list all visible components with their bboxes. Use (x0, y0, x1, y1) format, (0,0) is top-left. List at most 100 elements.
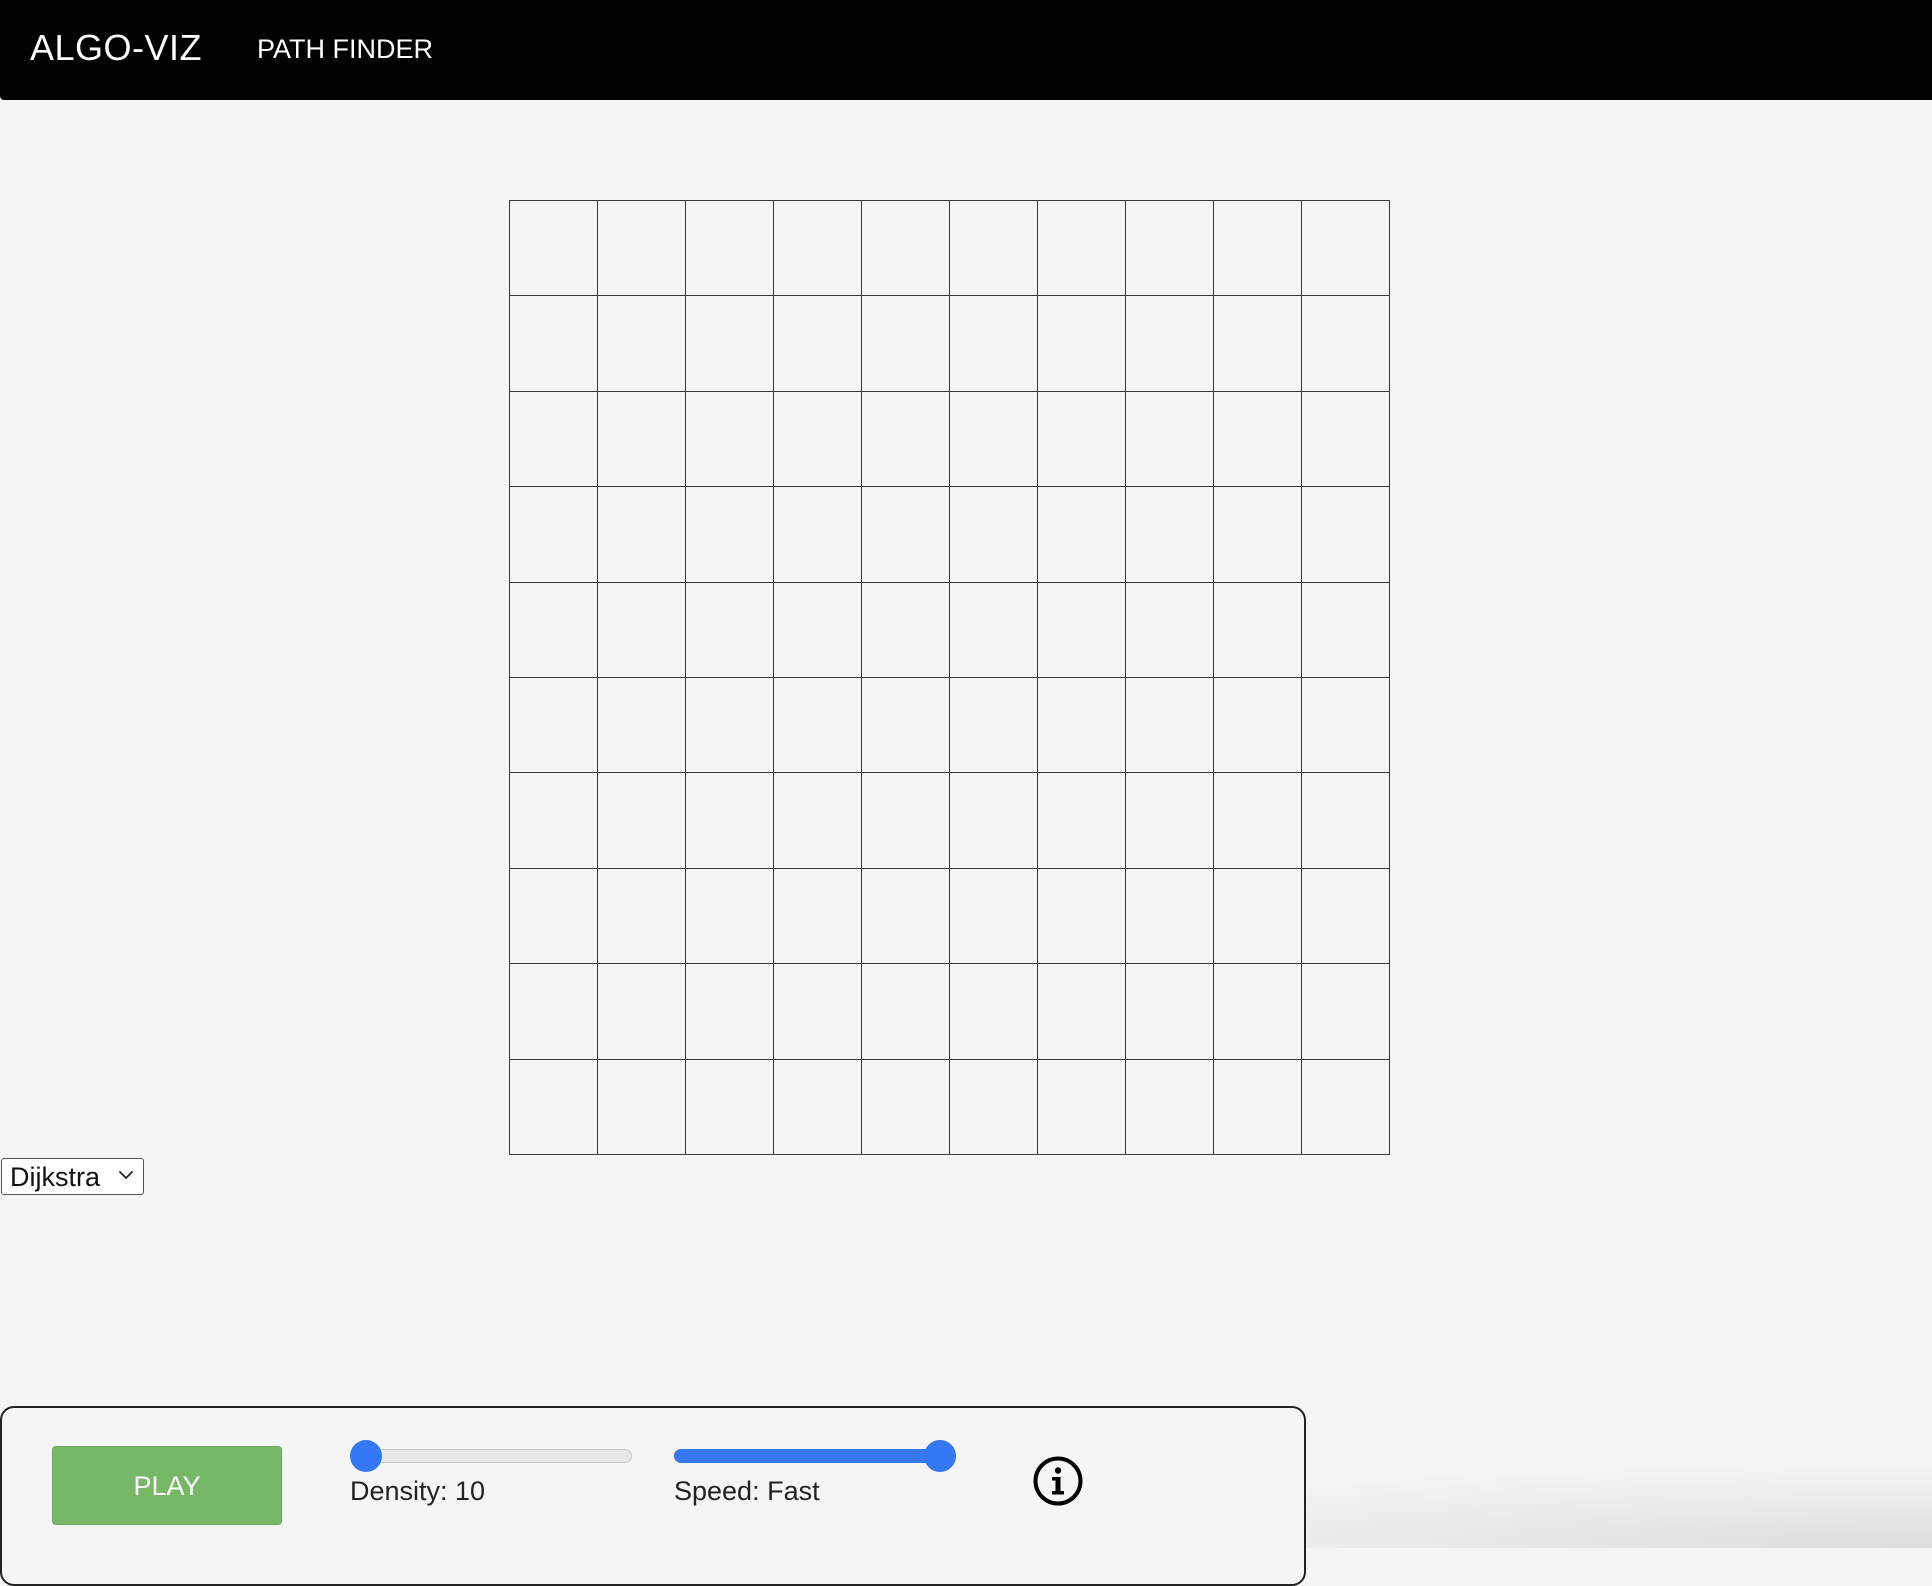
grid-cell[interactable] (950, 868, 1038, 965)
nav-link-path-finder[interactable]: PATH FINDER (257, 32, 433, 66)
grid-cell[interactable] (950, 391, 1038, 488)
grid-cell[interactable] (598, 582, 686, 678)
grid-cell[interactable] (774, 487, 862, 583)
grid-cell[interactable] (862, 678, 950, 774)
grid-cell[interactable] (1038, 964, 1126, 1060)
grid-cell[interactable] (1302, 296, 1390, 392)
grid-cell[interactable] (1038, 773, 1126, 869)
grid-cell[interactable] (686, 582, 774, 678)
grid-cell[interactable] (1302, 391, 1390, 488)
grid-cell[interactable] (510, 678, 598, 774)
grid-cell[interactable] (598, 964, 686, 1060)
grid-cell[interactable] (774, 1059, 862, 1155)
grid-cell[interactable] (1038, 1059, 1126, 1155)
grid-cell[interactable] (1302, 1059, 1390, 1155)
grid-cell[interactable] (950, 487, 1038, 583)
grid-cell[interactable] (1302, 201, 1390, 297)
grid-cell[interactable] (774, 201, 862, 297)
grid-cell[interactable] (1302, 964, 1390, 1060)
grid-cell[interactable] (510, 487, 598, 583)
grid-cell[interactable] (1214, 582, 1302, 678)
grid-cell[interactable] (1214, 1059, 1302, 1155)
grid-cell[interactable] (1214, 868, 1302, 965)
grid-cell[interactable] (1302, 487, 1390, 583)
grid-cell[interactable] (1214, 296, 1302, 392)
grid-cell[interactable] (686, 868, 774, 965)
grid-cell[interactable] (686, 487, 774, 583)
grid-cell[interactable] (1126, 201, 1214, 297)
play-button[interactable]: PLAY (52, 1446, 282, 1525)
grid-cell[interactable] (1302, 773, 1390, 869)
grid-cell[interactable] (510, 868, 598, 965)
grid-cell[interactable] (950, 201, 1038, 297)
grid-cell[interactable] (598, 487, 686, 583)
grid-cell[interactable] (1126, 391, 1214, 488)
grid-cell[interactable] (862, 201, 950, 297)
grid-cell[interactable] (862, 773, 950, 869)
grid-cell[interactable] (510, 964, 598, 1060)
grid-cell[interactable] (1302, 678, 1390, 774)
grid-cell[interactable] (862, 487, 950, 583)
grid-cell[interactable] (1302, 582, 1390, 678)
grid-cell[interactable] (1214, 391, 1302, 488)
grid-cell[interactable] (862, 582, 950, 678)
density-slider-thumb[interactable] (350, 1440, 382, 1472)
grid-cell[interactable] (510, 201, 598, 297)
grid-cell[interactable] (1038, 487, 1126, 583)
grid-cell[interactable] (686, 296, 774, 392)
grid-cell[interactable] (774, 391, 862, 488)
grid-cell[interactable] (950, 773, 1038, 869)
grid-cell[interactable] (510, 296, 598, 392)
grid-cell[interactable] (774, 582, 862, 678)
grid-cell[interactable] (774, 678, 862, 774)
grid-cell[interactable] (510, 773, 598, 869)
grid-cell[interactable] (510, 1059, 598, 1155)
grid-cell[interactable] (1126, 1059, 1214, 1155)
grid-cell[interactable] (598, 678, 686, 774)
speed-slider-thumb[interactable] (924, 1440, 956, 1472)
grid-cell[interactable] (598, 773, 686, 869)
grid-cell[interactable] (950, 296, 1038, 392)
grid-cell[interactable] (1126, 868, 1214, 965)
grid-cell[interactable] (1038, 296, 1126, 392)
speed-slider[interactable] (674, 1440, 956, 1472)
grid-cell[interactable] (686, 964, 774, 1060)
grid-cell[interactable] (686, 391, 774, 488)
grid-cell[interactable] (686, 678, 774, 774)
grid-cell[interactable] (862, 964, 950, 1060)
grid-cell[interactable] (1038, 678, 1126, 774)
grid-cell[interactable] (1038, 391, 1126, 488)
grid-cell[interactable] (1214, 487, 1302, 583)
grid-cell[interactable] (510, 391, 598, 488)
grid-cell[interactable] (686, 773, 774, 869)
grid-cell[interactable] (1038, 201, 1126, 297)
grid-cell[interactable] (1214, 678, 1302, 774)
grid-cell[interactable] (862, 296, 950, 392)
grid-cell[interactable] (686, 201, 774, 297)
grid-cell[interactable] (862, 391, 950, 488)
grid-cell[interactable] (1038, 582, 1126, 678)
grid-cell[interactable] (1126, 773, 1214, 869)
grid-cell[interactable] (598, 868, 686, 965)
grid-cell[interactable] (774, 868, 862, 965)
grid-cell[interactable] (598, 1059, 686, 1155)
grid-cell[interactable] (862, 1059, 950, 1155)
grid-cell[interactable] (598, 201, 686, 297)
grid-cell[interactable] (1038, 868, 1126, 965)
grid-cell[interactable] (1214, 964, 1302, 1060)
grid-cell[interactable] (1126, 487, 1214, 583)
grid-cell[interactable] (1302, 868, 1390, 965)
grid-cell[interactable] (1214, 773, 1302, 869)
grid-cell[interactable] (686, 1059, 774, 1155)
grid-cell[interactable] (950, 582, 1038, 678)
grid-cell[interactable] (950, 964, 1038, 1060)
grid-cell[interactable] (862, 868, 950, 965)
algorithm-select[interactable]: Dijkstra (1, 1158, 144, 1195)
info-circle-icon[interactable] (1032, 1455, 1084, 1507)
brand-logo-text[interactable]: ALGO-VIZ (30, 25, 202, 71)
grid-cell[interactable] (774, 773, 862, 869)
grid-cell[interactable] (1126, 582, 1214, 678)
grid-cell[interactable] (1126, 964, 1214, 1060)
grid-cell[interactable] (950, 678, 1038, 774)
grid-cell[interactable] (510, 582, 598, 678)
